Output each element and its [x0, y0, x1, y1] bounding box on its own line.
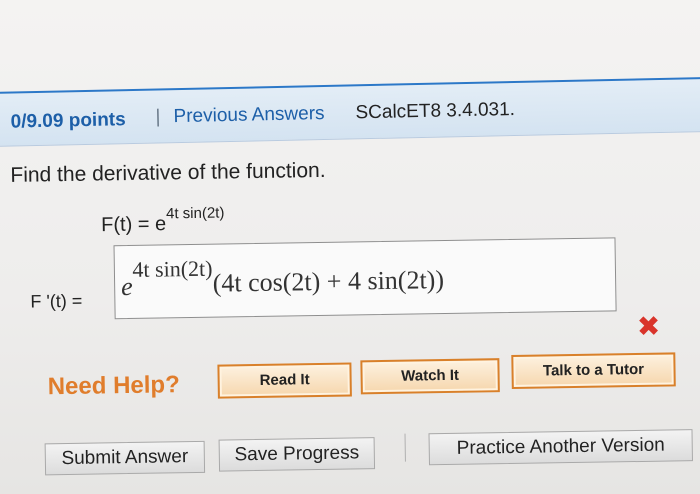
incorrect-icon: ✖: [636, 310, 661, 343]
function-lhs: F(t) = e: [101, 213, 167, 237]
button-divider: [404, 433, 406, 462]
function-definition: F(t) = e4t sin(2t): [101, 204, 225, 237]
header-separator: |: [155, 106, 161, 128]
answer-base: e: [120, 271, 133, 302]
answer-factor: (4t cos(2t) + 4 sin(2t)): [212, 265, 445, 298]
function-exponent: 4t sin(2t): [165, 204, 225, 223]
assignment-page: 0/9.09 points | Previous Answers SCalcET…: [0, 0, 700, 494]
watch-it-button[interactable]: Watch It: [360, 358, 500, 395]
question-prompt: Find the derivative of the function.: [10, 158, 326, 187]
talk-to-tutor-button[interactable]: Talk to a Tutor: [511, 352, 676, 389]
previous-answers-link[interactable]: Previous Answers: [173, 103, 324, 128]
answer-exponent: 4t sin(2t): [132, 255, 213, 282]
save-progress-button[interactable]: Save Progress: [218, 437, 376, 472]
question-header: 0/9.09 points | Previous Answers SCalcET…: [0, 76, 700, 147]
answer-label: F '(t) =: [30, 290, 83, 312]
question-body: Find the derivative of the function. F(t…: [0, 139, 700, 494]
need-help-label: Need Help?: [47, 371, 180, 401]
submit-answer-button[interactable]: Submit Answer: [44, 440, 206, 476]
answer-expression: e4t sin(2t)(4t cos(2t) + 4 sin(2t)): [121, 251, 444, 301]
answer-input[interactable]: e4t sin(2t)(4t cos(2t) + 4 sin(2t)): [113, 237, 617, 320]
points-score: 0/9.09 points: [10, 109, 126, 133]
practice-another-version-button[interactable]: Practice Another Version: [428, 429, 693, 466]
problem-code: SCalcET8 3.4.031.: [355, 99, 516, 124]
read-it-button[interactable]: Read It: [217, 362, 352, 399]
